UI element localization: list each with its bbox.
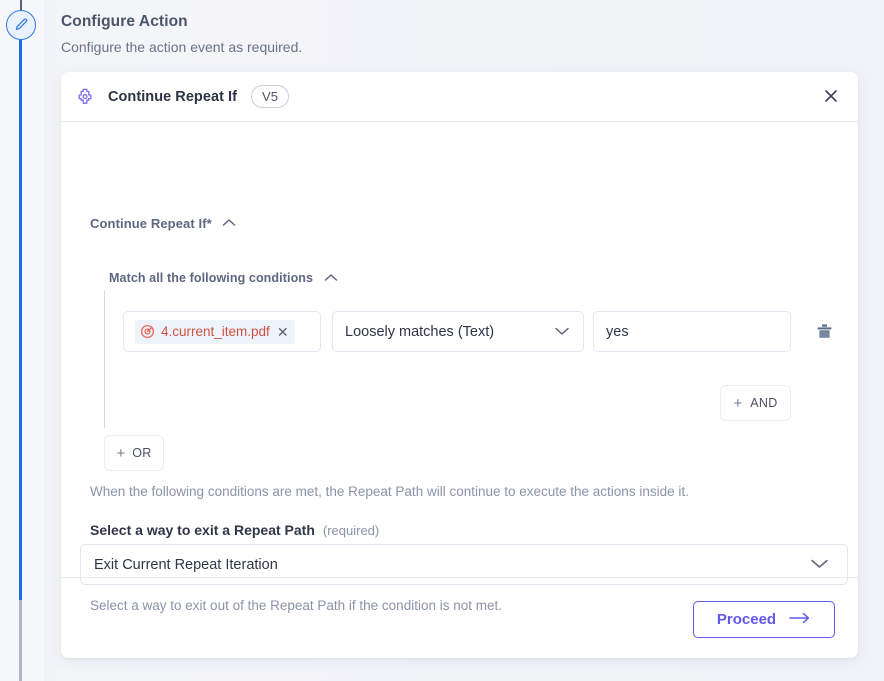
variable-token-label: 4.current_item.pdf bbox=[161, 324, 270, 339]
version-badge: V5 bbox=[251, 85, 289, 108]
remove-token-icon[interactable]: ✕ bbox=[276, 325, 289, 339]
exit-field-label-text: Select a way to exit a Repeat Path bbox=[90, 522, 315, 538]
match-conditions-label: Match all the following conditions bbox=[109, 271, 314, 285]
rail-connector-active bbox=[19, 40, 22, 602]
conditions-hint: When the following conditions are met, t… bbox=[90, 484, 689, 499]
add-and-condition-button[interactable]: + AND bbox=[720, 385, 791, 421]
variable-token[interactable]: 4.current_item.pdf ✕ bbox=[135, 319, 295, 344]
arrow-right-icon bbox=[789, 611, 811, 629]
workflow-rail bbox=[0, 0, 44, 681]
close-icon[interactable] bbox=[816, 81, 846, 111]
continue-repeat-if-section-toggle[interactable]: Continue Repeat If* bbox=[90, 214, 236, 232]
chevron-down-icon bbox=[810, 556, 829, 574]
rail-connector-inactive bbox=[19, 600, 22, 681]
condition-group-guideline bbox=[104, 290, 105, 428]
condition-operator-value: Loosely matches (Text) bbox=[345, 323, 495, 340]
card-body: Continue Repeat If* Match all the follow… bbox=[61, 122, 858, 613]
chevron-down-icon bbox=[554, 323, 570, 341]
gear-action-icon bbox=[74, 86, 96, 108]
page-title: Configure Action bbox=[61, 13, 188, 30]
target-variable-icon bbox=[140, 324, 155, 339]
and-button-label: AND bbox=[750, 396, 778, 410]
condition-operator-select[interactable]: Loosely matches (Text) bbox=[332, 311, 584, 352]
page-subtitle: Configure the action event as required. bbox=[61, 39, 303, 55]
card-header: Continue Repeat If V5 bbox=[61, 72, 858, 122]
condition-variable-field[interactable]: 4.current_item.pdf ✕ bbox=[123, 311, 321, 352]
chevron-up-icon bbox=[324, 269, 338, 287]
configure-action-page: Configure Action Configure the action ev… bbox=[0, 0, 884, 681]
plus-icon: + bbox=[116, 444, 126, 462]
section-label-text: Continue Repeat If* bbox=[90, 215, 212, 231]
proceed-button[interactable]: Proceed bbox=[693, 601, 835, 638]
trash-icon[interactable] bbox=[813, 321, 835, 343]
condition-value-input[interactable] bbox=[593, 311, 791, 352]
card-title: Continue Repeat If bbox=[108, 88, 237, 105]
card-footer: Proceed bbox=[61, 577, 858, 658]
exit-method-value: Exit Current Repeat Iteration bbox=[94, 556, 278, 573]
or-button-label: OR bbox=[132, 446, 152, 460]
chevron-up-icon bbox=[222, 214, 236, 232]
configure-action-card: Continue Repeat If V5 Continue Repeat If… bbox=[61, 72, 858, 658]
proceed-button-label: Proceed bbox=[716, 611, 777, 628]
match-conditions-toggle[interactable]: Match all the following conditions bbox=[109, 269, 338, 287]
pencil-edit-icon[interactable] bbox=[6, 10, 36, 40]
exit-field-label: Select a way to exit a Repeat Path (requ… bbox=[90, 522, 379, 538]
rail-connector-top bbox=[20, 0, 22, 10]
add-or-condition-button[interactable]: + OR bbox=[104, 435, 164, 471]
table-row: 4.current_item.pdf ✕ Loosely matches (Te… bbox=[123, 311, 835, 352]
exit-field-required-note: (required) bbox=[322, 523, 380, 538]
plus-icon: + bbox=[733, 394, 743, 412]
